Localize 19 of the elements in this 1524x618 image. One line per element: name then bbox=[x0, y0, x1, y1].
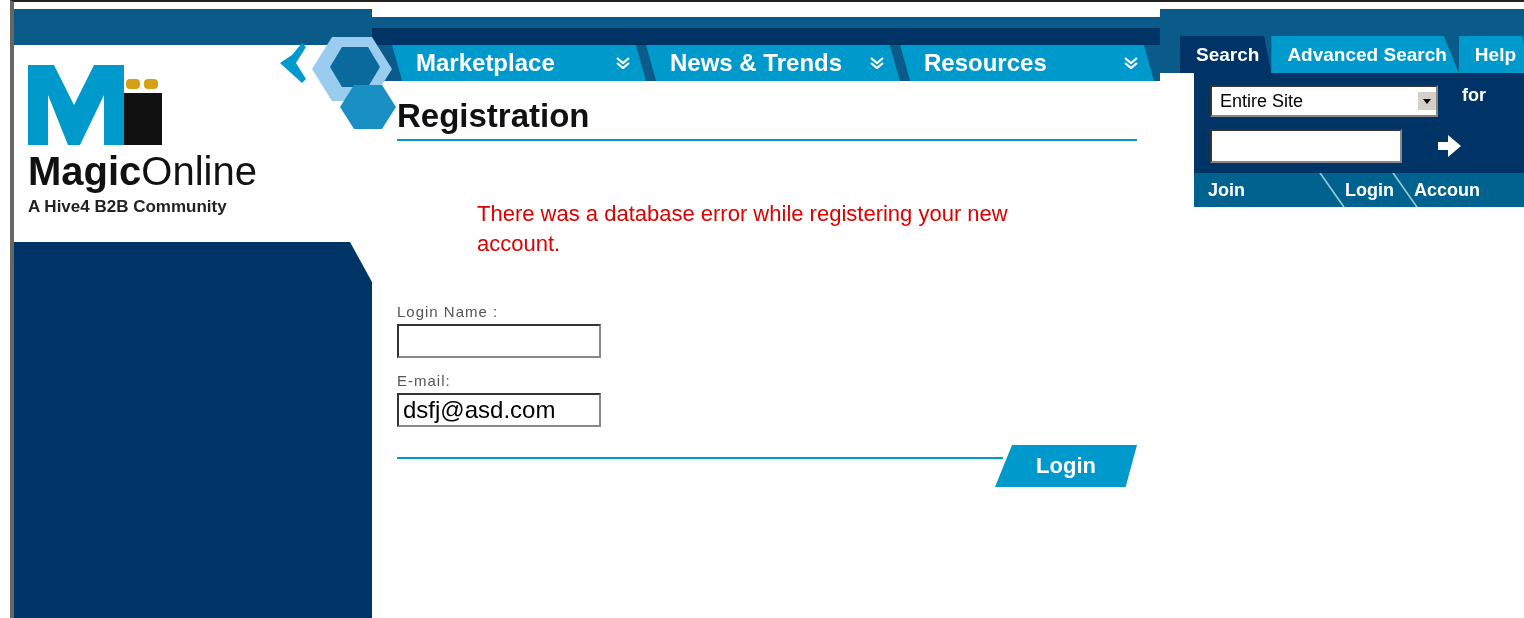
for-label: for bbox=[1462, 84, 1486, 106]
error-message: There was a database error while registering your new account. bbox=[477, 200, 1009, 258]
account-link[interactable]: Login bbox=[1345, 179, 1394, 201]
tagline: A Hive4 B2B Community bbox=[28, 197, 227, 217]
chevron-down-icon bbox=[870, 57, 884, 69]
search-tab[interactable]: Search bbox=[1180, 36, 1272, 73]
scope-dropdown[interactable]: Entire Site bbox=[1210, 85, 1438, 117]
page-title: Registration bbox=[397, 97, 1137, 141]
account-link[interactable]: Join bbox=[1208, 179, 1245, 201]
brand-name: MagicOnline bbox=[28, 149, 257, 193]
input-field[interactable]: dsfj@asd.com bbox=[397, 393, 601, 427]
account-link[interactable]: Accoun bbox=[1414, 179, 1480, 201]
logo-mark-icon bbox=[28, 65, 164, 145]
chevron-down-icon bbox=[1124, 57, 1138, 69]
field-label: E-mail: bbox=[397, 372, 451, 389]
chevron-down-icon bbox=[616, 57, 630, 69]
field-label: Login Name : bbox=[397, 303, 499, 320]
search-field[interactable] bbox=[1210, 129, 1402, 163]
input-field[interactable] bbox=[397, 324, 601, 358]
